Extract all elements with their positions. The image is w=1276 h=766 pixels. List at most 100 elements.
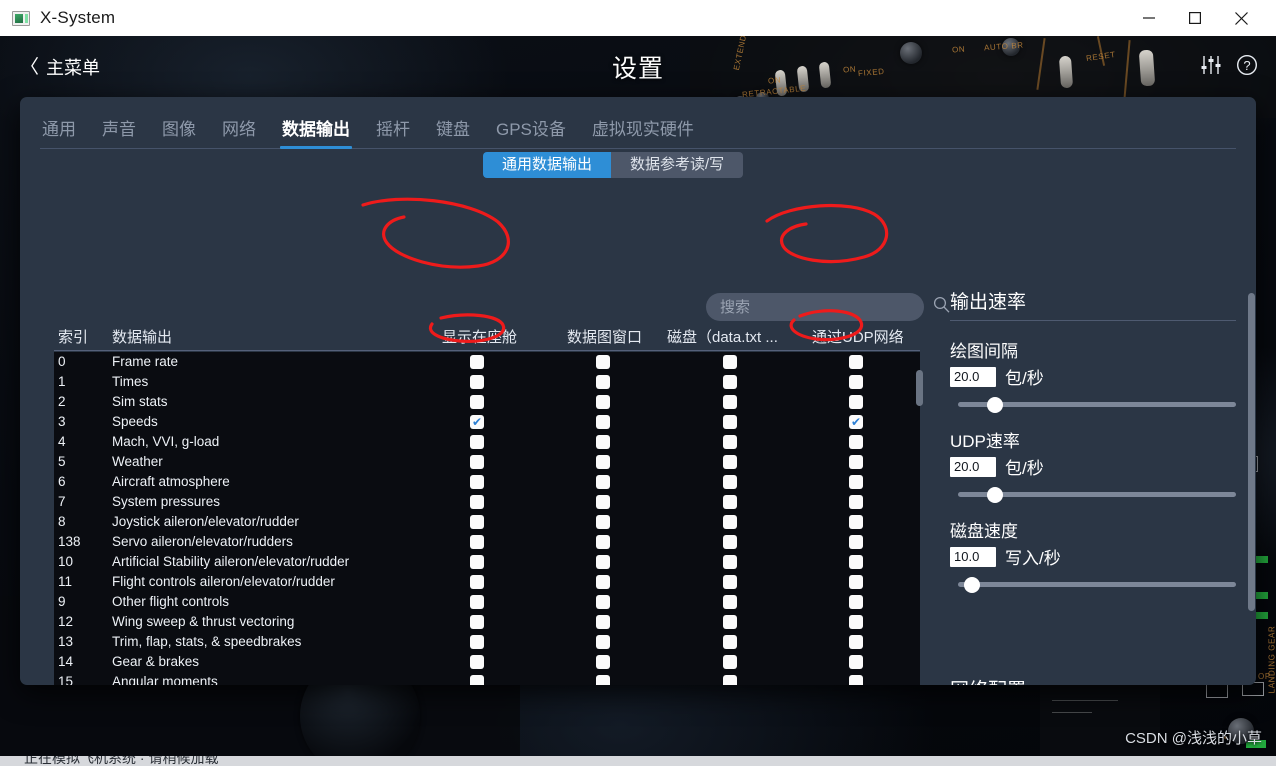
right-panel-scrollbar-thumb[interactable] [1248, 293, 1255, 611]
table-row[interactable]: 138 Servo aileron/elevator/rudders [54, 532, 920, 552]
table-row[interactable]: 12 Wing sweep & thrust vectoring [54, 612, 920, 632]
checkbox-disk[interactable] [723, 535, 737, 549]
checkbox-cockpit[interactable] [470, 455, 484, 469]
checkbox-graph[interactable] [596, 655, 610, 669]
checkbox-graph[interactable] [596, 375, 610, 389]
column-header-disk[interactable]: 磁盘（data.txt ... [667, 326, 778, 347]
checkbox-disk[interactable] [723, 475, 737, 489]
checkbox-cockpit[interactable] [470, 435, 484, 449]
checkbox-udp[interactable] [849, 535, 863, 549]
checkbox-graph[interactable] [596, 595, 610, 609]
checkbox-udp[interactable] [849, 395, 863, 409]
checkbox-disk[interactable] [723, 375, 737, 389]
checkbox-disk[interactable] [723, 555, 737, 569]
checkbox-graph[interactable] [596, 475, 610, 489]
table-row[interactable]: 10 Artificial Stability aileron/elevator/… [54, 552, 920, 572]
rate-input-2[interactable] [950, 546, 996, 567]
tab-7[interactable]: GPS设备 [494, 115, 568, 148]
sliders-icon[interactable] [1200, 55, 1222, 80]
checkbox-disk[interactable] [723, 575, 737, 589]
checkbox-cockpit[interactable] [470, 675, 484, 685]
checkbox-cockpit[interactable] [470, 575, 484, 589]
tab-0[interactable]: 通用 [40, 115, 78, 148]
rate-slider-2[interactable] [950, 575, 1236, 593]
checkbox-cockpit[interactable] [470, 655, 484, 669]
checkbox-cockpit[interactable] [470, 615, 484, 629]
column-header-graph[interactable]: 数据图窗口 [567, 326, 642, 347]
table-row[interactable]: 7 System pressures [54, 492, 920, 512]
checkbox-disk[interactable] [723, 635, 737, 649]
checkbox-graph[interactable] [596, 495, 610, 509]
checkbox-udp[interactable] [849, 575, 863, 589]
segment-1[interactable]: 数据参考读/写 [611, 152, 744, 178]
checkbox-disk[interactable] [723, 495, 737, 509]
checkbox-cockpit[interactable] [470, 515, 484, 529]
table-row[interactable]: 8 Joystick aileron/elevator/rudder [54, 512, 920, 532]
checkbox-graph[interactable] [596, 555, 610, 569]
table-row[interactable]: 5 Weather [54, 452, 920, 472]
checkbox-cockpit[interactable] [470, 395, 484, 409]
checkbox-graph[interactable] [596, 615, 610, 629]
checkbox-udp[interactable] [849, 515, 863, 529]
checkbox-cockpit[interactable] [470, 535, 484, 549]
checkbox-udp[interactable] [849, 355, 863, 369]
table-row[interactable]: 2 Sim stats [54, 392, 920, 412]
search-input[interactable] [706, 298, 933, 316]
table-row[interactable]: 4 Mach, VVI, g-load [54, 432, 920, 452]
table-scrollbar[interactable] [916, 354, 923, 685]
tab-2[interactable]: 图像 [160, 115, 198, 148]
table-scrollbar-thumb[interactable] [916, 370, 923, 406]
checkbox-disk[interactable] [723, 675, 737, 685]
checkbox-disk[interactable] [723, 395, 737, 409]
checkbox-graph[interactable] [596, 355, 610, 369]
checkbox-graph[interactable] [596, 575, 610, 589]
checkbox-graph[interactable] [596, 535, 610, 549]
right-panel-scrollbar[interactable] [1248, 293, 1255, 685]
checkbox-graph[interactable] [596, 395, 610, 409]
table-row[interactable]: 13 Trim, flap, stats, & speedbrakes [54, 632, 920, 652]
checkbox-disk[interactable] [723, 435, 737, 449]
question-mark-icon[interactable]: ? [1236, 54, 1258, 81]
checkbox-udp[interactable] [849, 675, 863, 685]
rate-slider-0[interactable] [950, 395, 1236, 413]
tab-8[interactable]: 虚拟现实硬件 [590, 115, 696, 148]
checkbox-udp[interactable] [849, 455, 863, 469]
checkbox-graph[interactable] [596, 675, 610, 685]
checkbox-disk[interactable] [723, 455, 737, 469]
table-row[interactable]: 9 Other flight controls [54, 592, 920, 612]
table-row[interactable]: 3 Speeds [54, 412, 920, 432]
checkbox-graph[interactable] [596, 455, 610, 469]
tab-5[interactable]: 摇杆 [374, 115, 412, 148]
tab-1[interactable]: 声音 [100, 115, 138, 148]
table-row[interactable]: 1 Times [54, 372, 920, 392]
checkbox-disk[interactable] [723, 355, 737, 369]
checkbox-udp[interactable] [849, 595, 863, 609]
checkbox-cockpit[interactable] [470, 475, 484, 489]
tab-6[interactable]: 键盘 [434, 115, 472, 148]
search-box[interactable] [706, 293, 950, 321]
checkbox-cockpit[interactable] [470, 495, 484, 509]
checkbox-disk[interactable] [723, 595, 737, 609]
table-row[interactable]: 11 Flight controls aileron/elevator/rudde… [54, 572, 920, 592]
checkbox-cockpit[interactable] [470, 415, 484, 429]
data-output-table[interactable]: 0 Frame rate 1 Times 2 Sim stats 3 Speeds 4 Mach,… [54, 352, 920, 685]
table-row[interactable]: 6 Aircraft atmosphere [54, 472, 920, 492]
checkbox-disk[interactable] [723, 655, 737, 669]
checkbox-cockpit[interactable] [470, 635, 484, 649]
table-row[interactable]: 15 Angular moments [54, 672, 920, 685]
checkbox-udp[interactable] [849, 415, 863, 429]
checkbox-cockpit[interactable] [470, 555, 484, 569]
rate-input-1[interactable] [950, 456, 996, 477]
checkbox-disk[interactable] [723, 415, 737, 429]
tab-3[interactable]: 网络 [220, 115, 258, 148]
checkbox-udp[interactable] [849, 615, 863, 629]
checkbox-udp[interactable] [849, 635, 863, 649]
checkbox-graph[interactable] [596, 415, 610, 429]
checkbox-udp[interactable] [849, 495, 863, 509]
slider-knob-2[interactable] [964, 577, 981, 593]
checkbox-udp[interactable] [849, 655, 863, 669]
rate-slider-1[interactable] [950, 485, 1236, 503]
checkbox-cockpit[interactable] [470, 375, 484, 389]
search-icon[interactable] [933, 296, 950, 318]
column-header-index[interactable]: 索引 [58, 326, 88, 347]
